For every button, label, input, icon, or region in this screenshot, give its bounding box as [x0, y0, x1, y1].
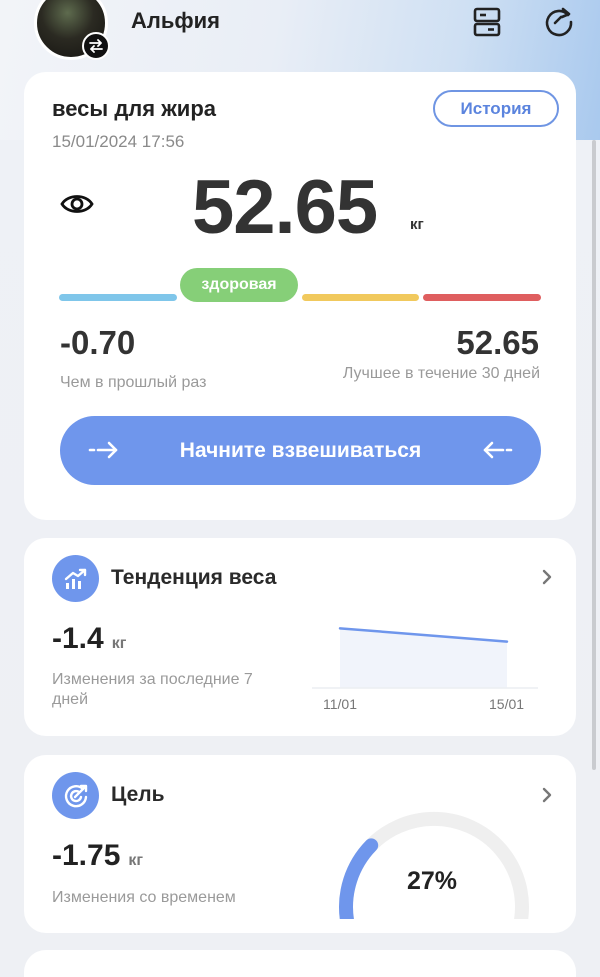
trend-area: [340, 628, 507, 688]
arrow-left-icon: [481, 440, 513, 466]
best-value: 52.65: [456, 324, 539, 361]
measurement-datetime: 15/01/2024 17:56: [52, 132, 185, 151]
chevron-right-icon[interactable]: [540, 786, 554, 809]
trend-delta: -1.4 кг: [52, 622, 126, 656]
goal-delta: -1.75 кг: [52, 839, 143, 873]
trend-tick-start: 11/01: [323, 696, 357, 712]
scale-card: весы для жира 15/01/2024 17:56 История 5…: [24, 72, 576, 520]
best-label: Лучшее в течение 30 дней: [342, 365, 540, 382]
devices-icon[interactable]: [471, 6, 503, 38]
goal-label: Изменения со временем: [52, 889, 236, 906]
trend-delta-value: -1.4: [52, 622, 104, 655]
change-value: -0.70: [60, 324, 136, 361]
range-bar-overweight: [302, 294, 419, 301]
range-bar-obese: [423, 294, 541, 301]
history-button[interactable]: История: [433, 90, 559, 127]
sync-icon[interactable]: [543, 6, 575, 38]
user-name[interactable]: Альфия: [131, 8, 220, 34]
next-card[interactable]: [24, 950, 576, 977]
scale-title: весы для жира: [52, 96, 217, 121]
change-label: Чем в прошлый раз: [60, 374, 207, 391]
goal-progress-gauge: [339, 812, 529, 919]
trend-title: Тенденция веса: [111, 566, 277, 589]
goal-delta-unit: кг: [128, 852, 144, 869]
trend-delta-unit: кг: [111, 635, 127, 652]
start-weighing-button[interactable]: Начните взвешиваться: [60, 416, 541, 485]
trend-icon: [52, 555, 99, 602]
weight-trend-card[interactable]: Тенденция веса -1.4 кг Изменения за после…: [24, 538, 576, 736]
target-icon: [52, 772, 99, 819]
gauge-fill: [339, 838, 379, 919]
user-swap-icon[interactable]: [82, 32, 110, 60]
status-badge: здоровая: [180, 268, 298, 302]
trend-chart: [312, 627, 538, 689]
start-weighing-label: Начните взвешиваться: [179, 438, 422, 462]
weight-value: 52.65: [192, 165, 378, 250]
arrow-right-icon: [88, 440, 120, 466]
trend-label: Изменения за последние 7 дней: [52, 671, 253, 708]
goal-title: Цель: [111, 783, 165, 806]
scrollbar[interactable]: [592, 140, 596, 770]
chevron-right-icon[interactable]: [540, 568, 554, 591]
goal-card[interactable]: Цель -1.75 кг Изменения со временем 27%: [24, 755, 576, 933]
trend-tick-end: 15/01: [489, 696, 525, 712]
goal-progress-text: 27%: [406, 867, 458, 895]
app-header: Альфия: [0, 0, 600, 70]
range-bar-underweight: [59, 294, 177, 301]
weight-unit: кг: [410, 216, 424, 233]
eye-icon[interactable]: [60, 192, 94, 221]
goal-delta-value: -1.75: [52, 839, 121, 872]
